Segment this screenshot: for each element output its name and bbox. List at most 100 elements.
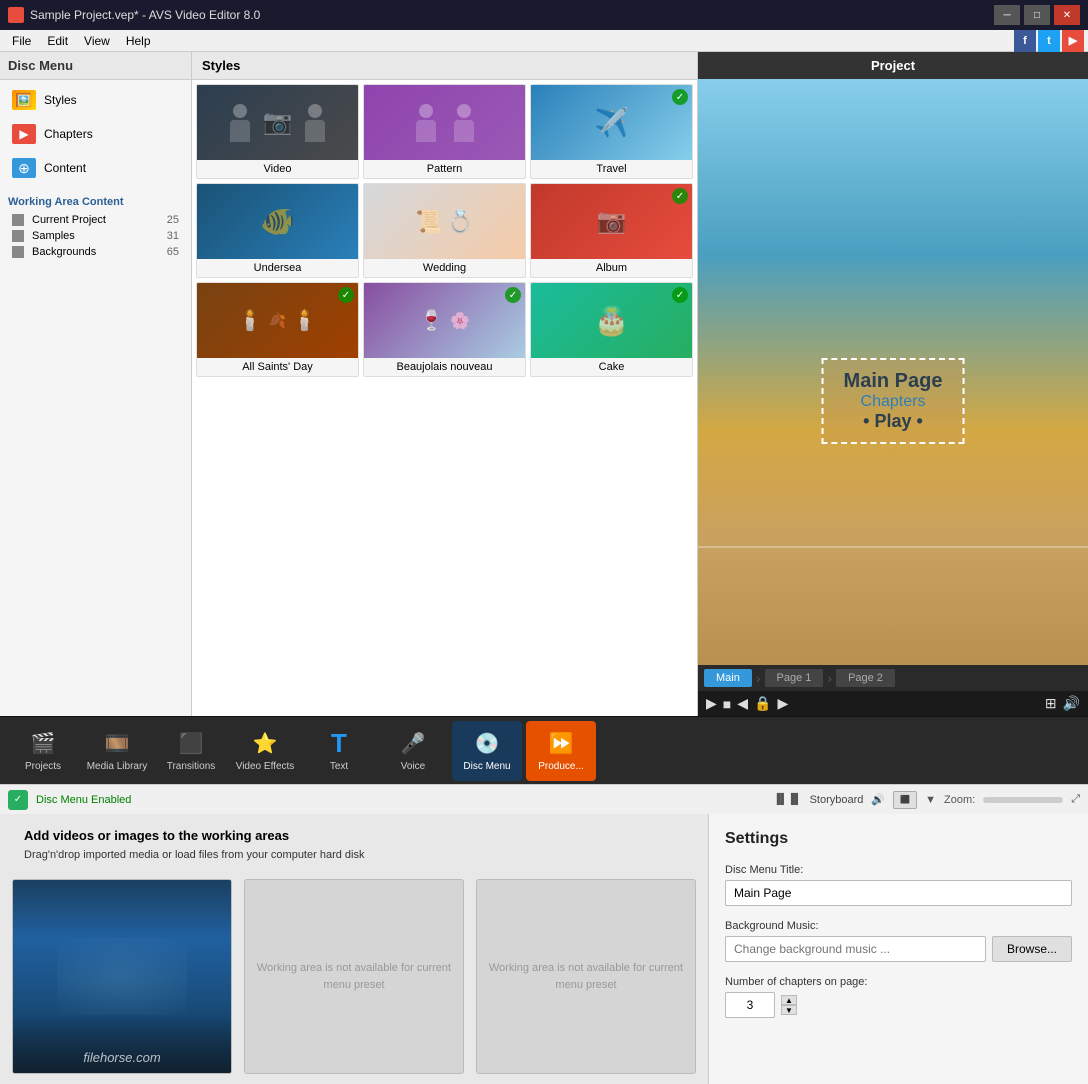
twitter-icon[interactable]: t: [1038, 30, 1060, 52]
backgrounds-icon: [12, 246, 24, 258]
chapters-increment-button[interactable]: ▲: [781, 995, 797, 1005]
tab-page2[interactable]: Page 2: [836, 669, 895, 687]
audio-wave-icon: 🔊: [871, 793, 885, 806]
sidebar-section: Working Area Content Current Project 25 …: [0, 192, 191, 264]
toolbar-transitions[interactable]: ⬛ Transitions: [156, 721, 226, 781]
toolbar-projects-label: Projects: [25, 761, 61, 772]
style-item-saints[interactable]: ✓ 🕯️ 🍂 🕯️ All Saints' Day: [196, 282, 359, 377]
view-toggle-button[interactable]: ⬛: [893, 791, 917, 809]
style-item-cake[interactable]: ✓ 🎂 Cake: [530, 282, 693, 377]
style-label-saints: All Saints' Day: [197, 358, 358, 376]
next-button[interactable]: ▶: [777, 695, 788, 712]
sidebar-list-samples[interactable]: Samples 31: [8, 228, 183, 244]
sidebar-list-backgrounds[interactable]: Backgrounds 65: [8, 244, 183, 260]
menu-view[interactable]: View: [76, 32, 118, 50]
settings-browse-button[interactable]: Browse...: [992, 936, 1072, 962]
main-layout: Disc Menu 🖼️ Styles ▶ Chapters ⊕ Content…: [0, 52, 1088, 716]
working-panel-text-2: Working area is not available for curren…: [477, 960, 695, 993]
toolbar-disc-menu[interactable]: 💿 Disc Menu: [452, 721, 522, 781]
preview-canvas: Main Page Chapters • Play •: [698, 79, 1088, 665]
working-left: Add videos or images to the working area…: [0, 814, 708, 1084]
samples-count: 31: [167, 230, 179, 242]
style-item-video[interactable]: 📷 Video: [196, 84, 359, 179]
styles-grid-container[interactable]: 📷 Video Pattern: [192, 80, 697, 716]
preview-playback: ▶ ■ ◀ 🔒 ▶ ⊞ 🔊: [698, 691, 1088, 716]
zoom-slider[interactable]: [983, 797, 1063, 803]
dropdown-icon[interactable]: ▼: [925, 794, 936, 806]
current-project-icon: [12, 214, 24, 226]
style-item-travel[interactable]: ✓ ✈️ Travel: [530, 84, 693, 179]
style-item-wedding[interactable]: 📜 💍 Wedding: [363, 183, 526, 278]
settings-title: Settings: [725, 830, 1072, 848]
settings-disc-title-input[interactable]: [725, 880, 1072, 906]
sidebar-list-current-project[interactable]: Current Project 25: [8, 212, 183, 228]
thumb-overlay-beaujolais: ✓: [505, 287, 521, 303]
style-item-beaujolais[interactable]: ✓ 🍷 🌸 Beaujolais nouveau: [363, 282, 526, 377]
samples-label: Samples: [32, 230, 75, 242]
settings-chapters-input[interactable]: [725, 992, 775, 1018]
prev-button[interactable]: ◀: [737, 695, 748, 712]
facebook-icon[interactable]: f: [1014, 30, 1036, 52]
thumb-overlay-album: ✓: [672, 188, 688, 204]
style-thumb-undersea: 🐠: [197, 184, 358, 259]
style-label-beaujolais: Beaujolais nouveau: [364, 358, 525, 376]
style-thumb-video: 📷: [197, 85, 358, 160]
tab-main[interactable]: Main: [704, 669, 752, 687]
menu-file[interactable]: File: [4, 32, 39, 50]
sidebar-item-styles[interactable]: 🖼️ Styles: [4, 84, 187, 116]
tab-page1[interactable]: Page 1: [765, 669, 824, 687]
minimize-button[interactable]: ─: [994, 5, 1020, 25]
style-label-undersea: Undersea: [197, 259, 358, 277]
style-thumb-album: ✓ 📷: [531, 184, 692, 259]
audio-button[interactable]: 🔊: [1063, 695, 1080, 712]
storyboard-button[interactable]: Storyboard: [810, 794, 864, 806]
style-item-pattern[interactable]: Pattern: [363, 84, 526, 179]
working-area-content-title: Working Area Content: [8, 196, 183, 208]
style-thumb-travel: ✓ ✈️: [531, 85, 692, 160]
window-title: Sample Project.vep* - AVS Video Editor 8…: [30, 8, 260, 22]
current-project-label: Current Project: [32, 214, 106, 226]
youtube-icon[interactable]: ▶: [1062, 30, 1084, 52]
backgrounds-count: 65: [167, 246, 179, 258]
preview-play-text: • Play •: [844, 411, 943, 432]
close-button[interactable]: ✕: [1054, 5, 1080, 25]
disc-menu-enabled-icon: ✓: [8, 790, 28, 810]
toolbar-projects[interactable]: 🎬 Projects: [8, 721, 78, 781]
sidebar: Disc Menu 🖼️ Styles ▶ Chapters ⊕ Content…: [0, 52, 192, 716]
settings-music-row: Browse...: [725, 936, 1072, 962]
toolbar-produce[interactable]: ⏩ Produce...: [526, 721, 596, 781]
settings-panel: Settings Disc Menu Title: Background Mus…: [708, 814, 1088, 1084]
menu-help[interactable]: Help: [118, 32, 159, 50]
styles-icon: 🖼️: [12, 90, 36, 110]
style-thumb-saints: ✓ 🕯️ 🍂 🕯️: [197, 283, 358, 358]
style-label-video: Video: [197, 160, 358, 178]
toolbar-video-effects[interactable]: ⭐ Video Effects: [230, 721, 300, 781]
maximize-button[interactable]: □: [1024, 5, 1050, 25]
menu-edit[interactable]: Edit: [39, 32, 76, 50]
sidebar-item-content[interactable]: ⊕ Content: [4, 152, 187, 184]
samples-icon: [12, 230, 24, 242]
toolbar-text[interactable]: T Text: [304, 721, 374, 781]
play-button[interactable]: ▶: [706, 695, 717, 712]
sidebar-item-styles-label: Styles: [44, 93, 77, 107]
toolbar-media-library[interactable]: 🎞️ Media Library: [82, 721, 152, 781]
style-item-album[interactable]: ✓ 📷 Album: [530, 183, 693, 278]
thumb-overlay-saints: ✓: [338, 287, 354, 303]
style-item-undersea[interactable]: 🐠 Undersea: [196, 183, 359, 278]
fit-button[interactable]: ⊞: [1045, 695, 1057, 712]
working-panel-text-1: Working area is not available for curren…: [245, 960, 463, 993]
chapters-decrement-button[interactable]: ▼: [781, 1005, 797, 1015]
thumb-overlay-travel: ✓: [672, 89, 688, 105]
toolbar-voice[interactable]: 🎤 Voice: [378, 721, 448, 781]
lock-button[interactable]: 🔒: [754, 695, 771, 712]
expand-icon[interactable]: ⤢: [1071, 793, 1080, 806]
sidebar-item-chapters[interactable]: ▶ Chapters: [4, 118, 187, 150]
social-icons: f t ▶: [1014, 30, 1084, 52]
settings-music-input[interactable]: [725, 936, 986, 962]
thumb-overlay-cake: ✓: [672, 287, 688, 303]
video-effects-icon: ⭐: [249, 729, 281, 757]
filehorse-watermark: filehorse.com: [83, 1050, 160, 1065]
stop-button[interactable]: ■: [723, 696, 731, 712]
current-project-count: 25: [167, 214, 179, 226]
settings-bg-music-label: Background Music:: [725, 920, 1072, 932]
